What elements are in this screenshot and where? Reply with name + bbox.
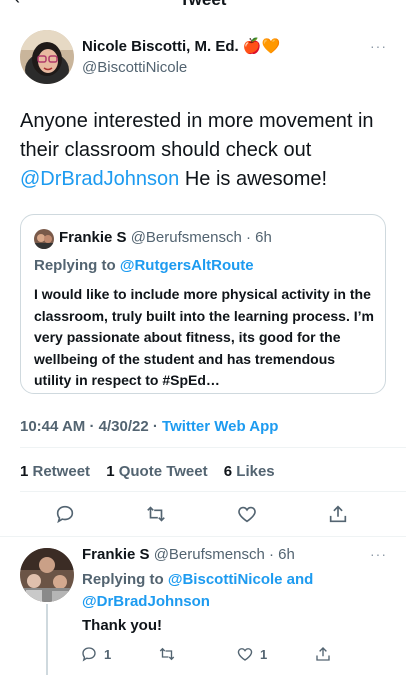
quote-text: I would like to include more physical ac… [34, 286, 374, 388]
quote-replying-to: Replying to @RutgersAltRoute [34, 257, 254, 274]
page-title: Tweet [0, 0, 406, 10]
like-icon[interactable] [236, 503, 262, 529]
quote-time: · 6h [245, 229, 272, 246]
share-icon[interactable] [327, 503, 353, 529]
reply-header: Frankie S @Berufsmensch · 6h [82, 546, 295, 563]
tweet-text: Anyone interested in more movement in th… [20, 110, 374, 190]
mention-link[interactable]: @BiscottiNicole [168, 571, 283, 588]
divider [0, 536, 406, 537]
tweet-actions [0, 503, 406, 529]
share-icon [316, 647, 330, 661]
likes-stat[interactable]: 6 Likes [224, 463, 281, 480]
thread-line [46, 604, 48, 675]
reply-like-button[interactable]: 1 [236, 642, 267, 666]
quoted-tweet[interactable]: Frankie S @Berufsmensch · 6h Replying to… [20, 214, 386, 394]
retweet-icon [159, 647, 175, 661]
reply-avatar[interactable] [20, 548, 74, 602]
avatar[interactable] [20, 30, 74, 84]
reply-author-name[interactable]: Frankie S [82, 546, 150, 563]
reply-retweet-button[interactable] [158, 642, 182, 666]
top-bar: ‹ Tweet [0, 0, 406, 10]
author-emojis: 🍎🧡 [242, 38, 281, 55]
reply-icon[interactable] [54, 503, 80, 529]
retweet-icon[interactable] [145, 503, 171, 529]
author-name[interactable]: Nicole Biscotti, M. Ed. 🍎🧡 [82, 37, 280, 55]
reply-count: 1 [104, 646, 112, 662]
tweet-stats: 1 Retweet 1 Quote Tweet 6 Likes [20, 463, 287, 480]
like-icon [237, 648, 253, 661]
tweet-timestamp: 10:44 AM · 4/30/22 · Twitter Web App [20, 418, 279, 435]
reply-share-button[interactable] [314, 642, 338, 666]
source-link[interactable]: Twitter Web App [162, 418, 278, 435]
quote-avatar [34, 229, 54, 249]
divider [20, 447, 406, 448]
reply-author-handle[interactable]: @Berufsmensch [154, 546, 265, 563]
reply-replying-to: Replying to @BiscottiNicole and @DrBradJo… [82, 571, 314, 610]
reply-text: Thank you! [82, 617, 163, 634]
reply-time: · 6h [268, 546, 295, 563]
quote-author-name: Frankie S [59, 229, 127, 246]
retweet-stat[interactable]: 1 Retweet [20, 463, 96, 480]
mention-link[interactable]: @DrBradJohnson [20, 168, 179, 190]
mention-link[interactable]: @DrBradJohnson [82, 593, 210, 610]
quote-author-handle: @Berufsmensch [130, 229, 242, 246]
author-handle[interactable]: @BiscottiNicole [82, 59, 187, 76]
quote-tweet-stat[interactable]: 1 Quote Tweet [106, 463, 213, 480]
reply-more-options-icon[interactable]: ··· [370, 546, 387, 562]
like-count: 1 [260, 646, 268, 662]
divider [20, 491, 406, 492]
reply-actions: 1 1 [80, 642, 400, 666]
reply-icon [82, 647, 96, 662]
reply-reply-button[interactable]: 1 [80, 642, 111, 666]
more-options-icon[interactable]: ··· [370, 38, 387, 54]
